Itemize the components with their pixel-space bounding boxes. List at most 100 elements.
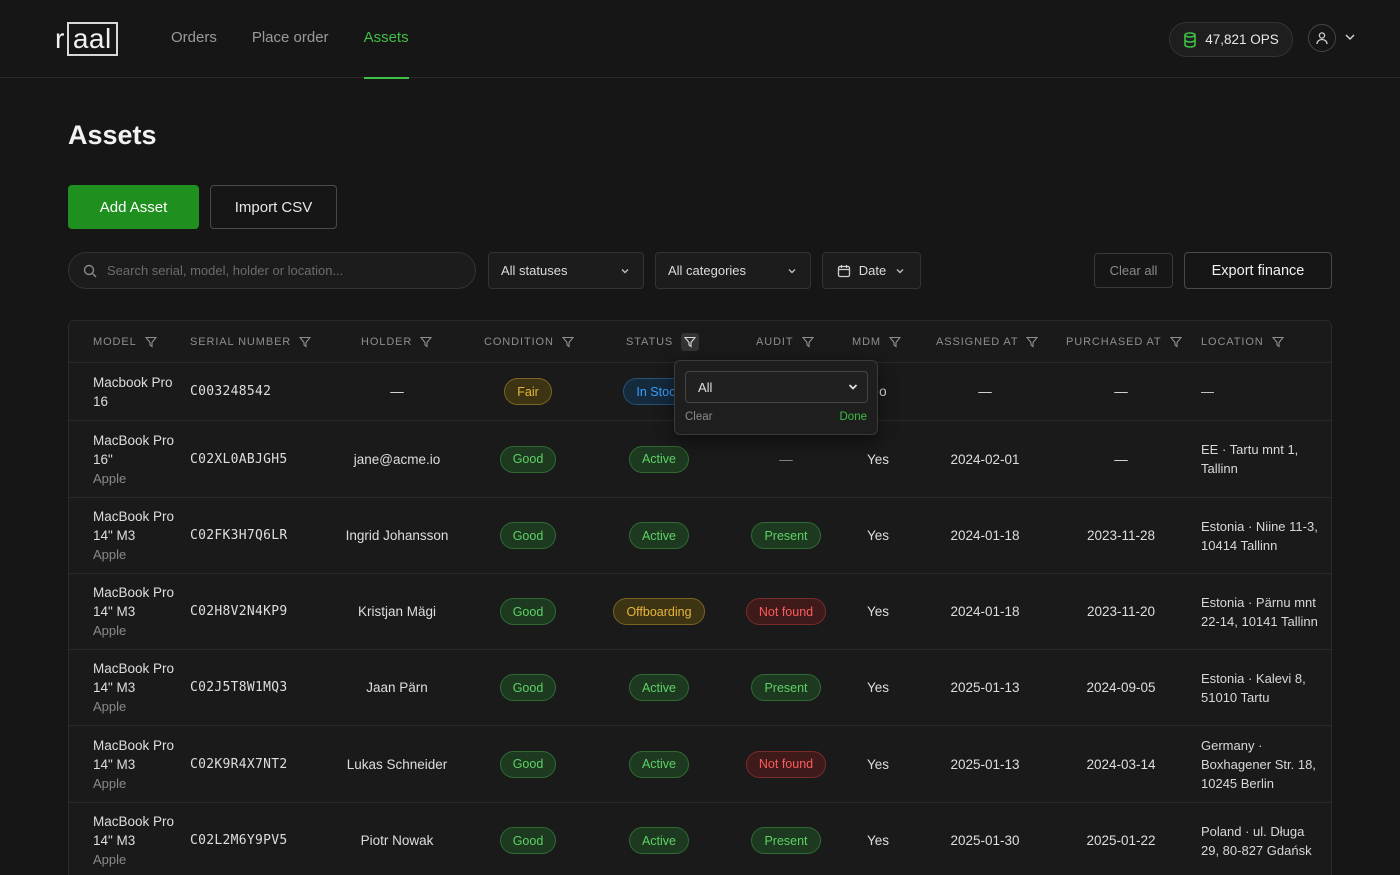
filter-icon[interactable]	[1169, 336, 1182, 348]
status-badge: Active	[628, 750, 690, 778]
cell-purchased: 2024-03-14	[1086, 756, 1156, 772]
cell-location: —	[1201, 384, 1214, 399]
cell-location: Germany · Boxhagener Str. 18, 10245 Berl…	[1201, 737, 1316, 791]
table-row[interactable]: MacBook Pro 14" M3 Apple C02L2M6Y9PV5 Pio…	[69, 803, 1331, 875]
cell-assigned: 2024-01-18	[950, 528, 1020, 543]
cell-location: Estonia · Niine 11-3, 10414 Tallinn	[1201, 518, 1318, 553]
main-nav: Orders Place order Assets	[171, 0, 409, 79]
status-badge: Active	[628, 827, 690, 854]
column-label: MDM	[852, 336, 881, 348]
table-row[interactable]: MacBook Pro 14" M3 Apple C02FK3H7Q6LR Ing…	[69, 498, 1331, 574]
export-finance-button[interactable]: Export finance	[1184, 252, 1332, 289]
logo-prefix: r	[55, 23, 65, 54]
cell-audit: Not found	[736, 574, 836, 649]
table-row[interactable]: MacBook Pro 14" M3 Apple C02H8V2N4KP9 Kri…	[69, 574, 1331, 650]
column-header-model[interactable]: MODEL	[93, 321, 157, 363]
cell-mdm: Yes	[866, 528, 890, 543]
clear-all-button[interactable]: Clear all	[1094, 253, 1173, 288]
cell-status: Offboarding	[609, 574, 709, 649]
user-avatar[interactable]	[1308, 24, 1336, 52]
filter-icon	[684, 336, 697, 348]
cell-status: Active	[609, 498, 709, 573]
import-csv-button[interactable]: Import CSV	[210, 185, 337, 229]
cell-mdm: Yes	[866, 833, 890, 848]
status-filter-dropdown-value: All	[698, 379, 713, 395]
popover-done-button[interactable]: Done	[840, 411, 868, 423]
model-name: MacBook Pro 14" M3	[93, 737, 175, 772]
ops-balance[interactable]: 47,821 OPS	[1169, 22, 1293, 57]
cell-serial: C003248542	[190, 384, 272, 399]
search-input[interactable]	[107, 263, 447, 278]
date-filter-label: Date	[858, 263, 887, 278]
column-header-status[interactable]: STATUS	[626, 321, 700, 363]
column-header-condition[interactable]: CONDITION	[484, 321, 574, 363]
cell-model: Macbook Pro 16	[93, 363, 183, 420]
cell-status: Active	[609, 726, 709, 802]
filter-icon-active[interactable]	[681, 333, 700, 351]
nav-assets[interactable]: Assets	[363, 0, 409, 79]
cell-assigned: 2025-01-30	[950, 833, 1020, 848]
audit-badge: Present	[751, 522, 821, 549]
column-header-purchased[interactable]: PURCHASED AT	[1066, 321, 1182, 363]
filter-icon[interactable]	[801, 336, 814, 348]
search-box[interactable]	[68, 252, 476, 289]
category-filter-select[interactable]: All categories	[655, 252, 811, 289]
add-asset-button[interactable]: Add Asset	[68, 185, 199, 229]
cell-holder: Jaan Pärn	[366, 680, 428, 695]
page-title: Assets	[68, 120, 157, 150]
column-header-audit[interactable]: AUDIT	[756, 321, 814, 363]
column-header-serial[interactable]: SERIAL NUMBER	[190, 321, 312, 363]
cell-model: MacBook Pro 14" M3 Apple	[93, 650, 183, 725]
nav-place-order[interactable]: Place order	[252, 0, 329, 78]
filter-icon[interactable]	[1271, 336, 1284, 348]
condition-badge: Fair	[504, 378, 552, 405]
cell-holder: Piotr Nowak	[360, 833, 434, 848]
cell-audit: Present	[736, 650, 836, 725]
column-header-holder[interactable]: HOLDER	[361, 321, 433, 363]
chevron-down-icon	[621, 268, 629, 273]
cell-assigned: —	[978, 384, 992, 399]
model-name: Macbook Pro 16	[93, 374, 173, 409]
status-filter-select[interactable]: All statuses	[488, 252, 644, 289]
table-row[interactable]: MacBook Pro 14" M3 Apple C02K9R4X7NT2 Luk…	[69, 726, 1331, 803]
cell-model: MacBook Pro 14" M3 Apple	[93, 726, 183, 802]
filter-icon[interactable]	[420, 336, 433, 348]
model-name: MacBook Pro 14" M3	[93, 814, 175, 848]
filter-icon[interactable]	[888, 336, 901, 348]
app-logo[interactable]: r aal	[55, 22, 118, 56]
cell-location: EE · Tartu mnt 1, Tallinn	[1201, 442, 1299, 476]
table-row[interactable]: MacBook Pro 14" M3 Apple C02J5T8W1MQ3 Jaa…	[69, 650, 1331, 726]
column-header-assigned[interactable]: ASSIGNED AT	[936, 321, 1039, 363]
cell-assigned: 2024-02-01	[950, 451, 1020, 467]
cell-serial: C02J5T8W1MQ3	[190, 680, 288, 695]
model-brand: Apple	[93, 852, 127, 867]
user-icon	[1316, 32, 1328, 45]
date-filter-select[interactable]: Date	[822, 252, 921, 289]
cell-status: Active	[609, 650, 709, 725]
cell-audit: Present	[736, 803, 836, 875]
cell-audit: Not found	[736, 726, 836, 802]
cell-model: MacBook Pro 14" M3 Apple	[93, 574, 183, 649]
column-label: CONDITION	[484, 336, 554, 348]
condition-badge: Good	[499, 445, 557, 473]
status-filter-value: All statuses	[501, 263, 568, 278]
model-brand: Apple	[93, 623, 127, 638]
cell-purchased: —	[1114, 451, 1128, 467]
column-header-mdm[interactable]: MDM	[852, 321, 901, 363]
coins-icon	[1184, 31, 1197, 48]
table-header: MODEL SERIAL NUMBER HOLDER CONDITION STA…	[69, 321, 1331, 363]
popover-clear-button[interactable]: Clear	[685, 411, 712, 423]
column-header-location[interactable]: LOCATION	[1201, 321, 1284, 363]
cell-assigned: 2024-01-18	[950, 604, 1020, 619]
filter-icon[interactable]	[1026, 336, 1039, 348]
filter-icon[interactable]	[144, 336, 157, 348]
nav-orders[interactable]: Orders	[171, 0, 217, 78]
status-filter-dropdown[interactable]: All	[685, 371, 868, 403]
filter-icon[interactable]	[299, 336, 312, 348]
column-label: STATUS	[626, 336, 674, 348]
column-label: SERIAL NUMBER	[190, 336, 292, 348]
filter-icon[interactable]	[561, 336, 574, 348]
chevron-down-icon[interactable]	[1343, 30, 1357, 44]
cell-location: Poland · ul. Długa 29, 80-827 Gdańsk	[1201, 823, 1312, 858]
cell-location: Estonia · Kalevi 8, 51010 Tartu	[1201, 670, 1306, 705]
